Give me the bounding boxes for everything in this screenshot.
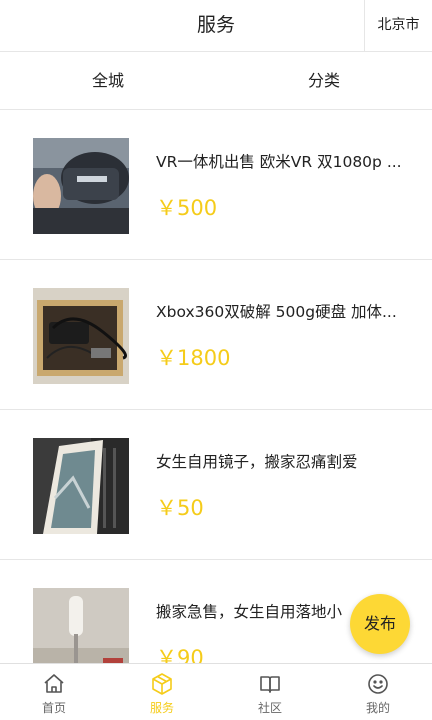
listing-thumbnail[interactable]	[33, 288, 129, 384]
listing-price: ￥1800	[156, 346, 231, 370]
listing-price: ￥50	[156, 496, 204, 520]
top-header: 服务 北京市	[0, 0, 432, 52]
tab-home[interactable]: 首页	[0, 664, 108, 720]
listing-item[interactable]: VR一体机出售 欧米VR 双1080p ... ￥500	[0, 110, 432, 260]
listing-thumbnail[interactable]	[33, 588, 129, 663]
listing-price: ￥500	[156, 196, 218, 220]
listing-list: VR一体机出售 欧米VR 双1080p ... ￥500 Xbox360双破解 …	[0, 110, 432, 663]
listing-thumbnail[interactable]	[33, 438, 129, 534]
listing-title[interactable]: VR一体机出售 欧米VR 双1080p ...	[156, 150, 411, 172]
tab-community-label: 社区	[257, 701, 282, 715]
listing-item[interactable]: 女生自用镜子，搬家忍痛割爱 ￥50	[0, 410, 432, 560]
city-selector[interactable]: 北京市	[364, 0, 432, 52]
tab-me[interactable]: 我的	[324, 664, 432, 720]
publish-button[interactable]: 发布	[350, 594, 410, 654]
listing-item[interactable]: Xbox360双破解 500g硬盘 加体... ￥1800	[0, 260, 432, 410]
filter-category[interactable]: 分类	[216, 52, 432, 109]
filter-area[interactable]: 全城	[0, 52, 216, 109]
listing-price: ￥90	[156, 646, 204, 663]
tab-service-label: 服务	[149, 701, 174, 715]
tab-community[interactable]: 社区	[216, 664, 324, 720]
tab-service[interactable]: 服务	[108, 664, 216, 720]
filter-bar: 全城 分类	[0, 52, 432, 110]
home-icon	[42, 672, 66, 696]
listing-title[interactable]: Xbox360双破解 500g硬盘 加体...	[156, 300, 411, 322]
tab-home-label: 首页	[41, 701, 66, 715]
listing-thumbnail[interactable]	[33, 138, 129, 234]
bottom-tab-bar: 首页 服务 社区 我的	[0, 663, 432, 720]
listing-title[interactable]: 女生自用镜子，搬家忍痛割爱	[156, 450, 411, 472]
box-icon	[150, 672, 174, 696]
smile-icon	[366, 672, 390, 696]
tab-me-label: 我的	[365, 701, 390, 715]
book-icon	[258, 672, 282, 696]
